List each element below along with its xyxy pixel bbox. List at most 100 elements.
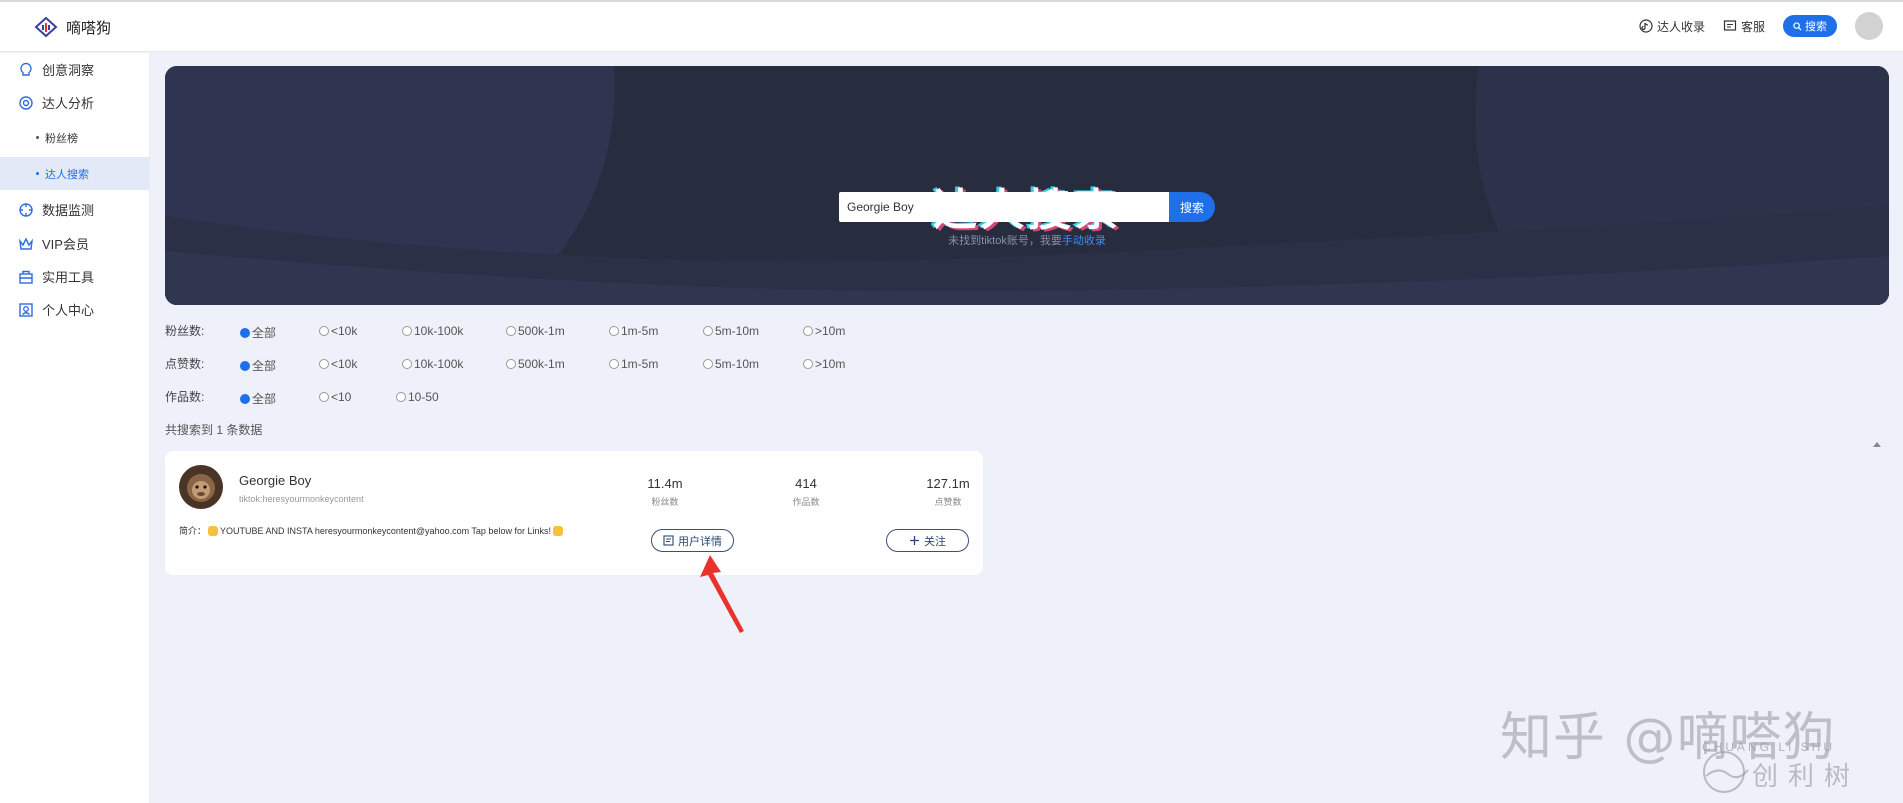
filter-label: 作品数: [165,389,205,404]
option-label: 500k-1m [518,324,565,338]
radio-selected [240,327,250,338]
filter-option[interactable]: <10k [319,357,357,371]
sidebar-item-fan-rank[interactable]: 粉丝榜 [0,121,150,154]
sidebar-item-label: 创意洞察 [42,63,95,78]
search-button[interactable]: 搜索 [1169,192,1215,222]
sidebar-item-data-monitor[interactable]: 数据监测 [0,193,150,226]
stat-label: 作品数 [792,497,820,507]
search-input[interactable]: Georgie Boy [839,192,1179,222]
filter-option[interactable]: 5m-10m [703,357,759,371]
sidebar-item-label: 个人中心 [42,303,95,318]
option-label: <10k [331,324,358,338]
bio-text: YOUTUBE AND INSTA heresyourmonkeycontent… [220,525,551,536]
header-search-label: 搜索 [1805,21,1827,33]
stat-label: 点赞数 [934,497,962,507]
creator-handle: tiktok:heresyourmonkeycontent [239,494,364,504]
radio [402,326,412,336]
search-banner: 达人搜索 Georgie Boy 搜索 未找到tiktok账号，我要手动收录 [165,66,1889,305]
customer-service-label: 客服 [1740,19,1765,34]
filter-option[interactable]: 全部 [240,324,276,341]
sidebar-item-vip[interactable]: VIP会员 [0,227,150,260]
user-detail-button[interactable]: 用户详情 [651,529,734,552]
brand[interactable]: 嘀嗒狗 [34,16,111,38]
stat-value: 127.1m [926,476,970,491]
filter-option[interactable]: >10m [803,357,845,371]
bullet-dot [36,172,39,175]
watermark-brand-cn: 创利树 [1752,761,1861,791]
radio [703,359,713,369]
radio [609,326,619,336]
user-detail-label: 用户详情 [678,535,722,548]
filter-option[interactable]: 500k-1m [506,324,565,338]
hand-emoji-icon [208,525,219,536]
hint-text: 未找到tiktok账号，我要 [948,235,1062,247]
radio [803,359,813,369]
toolbox-icon [19,270,33,284]
watermark-brand-en: CHUANG LI SHU [1702,740,1836,754]
filter-option[interactable]: 1m-5m [609,357,658,371]
option-label: >10m [815,324,846,338]
header-actions: 达人收录 客服 搜索 [1639,12,1883,40]
scroll-up-button[interactable] [1873,442,1881,447]
chat-icon [1723,20,1737,31]
tiktok-icon [1639,19,1653,33]
annotation-arrow-icon [700,555,744,633]
option-label: 10k-100k [414,324,464,338]
option-label: 全部 [252,326,277,340]
sidebar-item-tools[interactable]: 实用工具 [0,260,150,293]
filter-option[interactable]: 全部 [240,357,276,374]
sidebar-item-creator-search[interactable]: 达人搜索 [0,157,150,190]
radio [319,326,329,336]
logo-icon [34,16,58,38]
option-label: 5m-10m [715,357,760,371]
option-label: 1m-5m [621,324,659,338]
stat-works: 414 作品数 [766,476,846,508]
filter-label: 粉丝数: [165,323,205,338]
creator-avatar[interactable] [179,465,223,509]
bullet-dot [36,136,39,139]
creator-name: Georgie Boy [239,473,312,488]
sidebar-item-label: 达人分析 [42,96,95,111]
radio-selected [240,393,250,404]
filter-option[interactable]: 10k-100k [402,324,463,338]
creator-collect-link[interactable]: 达人收录 [1639,18,1705,35]
sidebar-item-creative-insight[interactable]: 创意洞察 [0,53,150,86]
filter-label: 点赞数: [165,356,205,371]
radio [506,326,516,336]
filter-option[interactable]: 500k-1m [506,357,565,371]
sidebar-item-label: 实用工具 [42,270,95,285]
filter-works: 作品数: [165,387,239,405]
follow-button[interactable]: 关注 [886,529,969,552]
filter-option[interactable]: 5m-10m [703,324,759,338]
brand-name: 嘀嗒狗 [66,19,112,37]
manual-collect-link[interactable]: 手动收录 [1062,235,1106,247]
user-avatar[interactable] [1855,12,1883,40]
header-search-button[interactable]: 搜索 [1783,15,1837,37]
search-icon [1793,21,1802,31]
sidebar-item-personal-center[interactable]: 个人中心 [0,293,150,326]
crown-icon [18,236,34,250]
result-card: Georgie Boy tiktok:heresyourmonkeyconten… [165,451,983,575]
filter-option[interactable]: <10k [319,324,357,338]
result-count: 共搜索到 1 条数据 [165,423,263,437]
filter-option[interactable]: 全部 [240,390,276,407]
option-label: 全部 [252,359,277,373]
filter-option[interactable]: 10-50 [396,390,439,404]
document-icon [663,535,674,546]
option-label: 全部 [252,392,277,406]
search-button-label: 搜索 [1179,200,1204,215]
filter-option[interactable]: <10 [319,390,351,404]
filter-option[interactable]: >10m [803,324,845,338]
radio [319,392,329,402]
sidebar: 创意洞察 达人分析 粉丝榜 达人搜索 数据监测 VIP会员 实用工具 个人中心 [0,53,150,803]
filter-followers: 粉丝数: [165,321,239,339]
filter-option[interactable]: 10k-100k [402,357,463,371]
pointing-down-emoji-icon [552,525,563,536]
filter-option[interactable]: 1m-5m [609,324,658,338]
customer-service-link[interactable]: 客服 [1723,18,1765,35]
sidebar-item-creator-analysis[interactable]: 达人分析 [0,86,150,119]
stat-label: 粉丝数 [651,497,679,507]
radio [319,359,329,369]
creator-bio: 简介： YOUTUBE AND INSTA heresyourmonkeycon… [179,524,563,537]
search-input-value: Georgie Boy [847,200,914,214]
